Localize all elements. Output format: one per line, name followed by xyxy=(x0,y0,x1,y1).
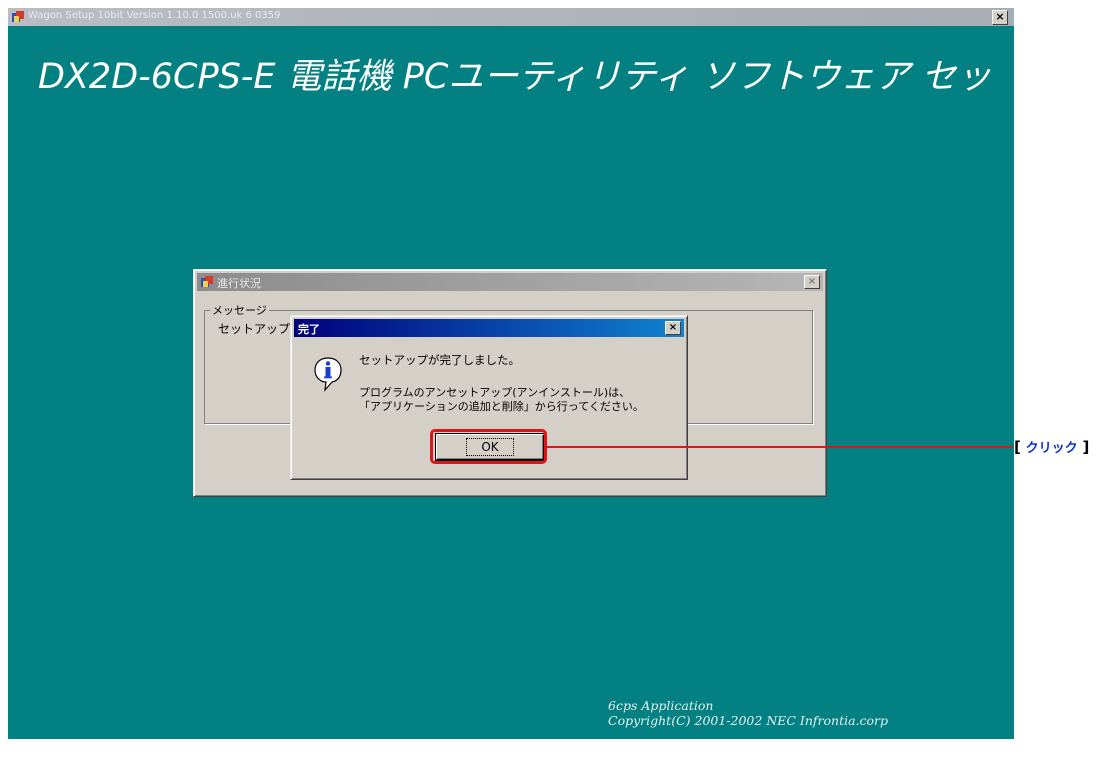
installer-title: Wagon Setup 10bit Version 1.10.0 1500.uk… xyxy=(28,10,281,21)
complete-dialog-close-button[interactable]: × xyxy=(665,321,681,335)
close-icon: × xyxy=(807,276,817,287)
progress-window-close-button[interactable]: × xyxy=(804,275,820,289)
message-group-label: メッセージ xyxy=(210,302,269,318)
close-icon: × xyxy=(668,322,678,333)
complete-dialog-titlebar: 完了 × xyxy=(294,319,684,337)
setup-banner-title: DX2D-6CPS-E 電話機 PCユーティリティ ソフトウェア セッ xyxy=(38,57,992,97)
callout-bracket-close: ] xyxy=(1082,438,1090,456)
copyright-line-2: Copyright(C) 2001-2002 NEC Infrontia.cor… xyxy=(608,713,889,728)
callout-line xyxy=(547,446,1013,448)
complete-message-line1: セットアップが完了しました。 xyxy=(359,353,520,367)
setup-app-icon xyxy=(12,11,24,22)
complete-dialog-title: 完了 xyxy=(298,323,320,336)
close-icon: × xyxy=(995,10,1005,23)
click-callout-label: [ クリック ] xyxy=(1014,437,1089,456)
progress-window-title: 進行状況 xyxy=(217,277,261,290)
progress-message: セットアップ xyxy=(218,322,291,336)
installer-close-button[interactable]: × xyxy=(992,10,1008,25)
callout-bracket-open: [ xyxy=(1014,438,1021,456)
ok-button-highlight xyxy=(430,429,547,464)
callout-text: クリック xyxy=(1025,441,1078,456)
setup-app-icon xyxy=(201,276,213,287)
complete-message-line3: 「アプリケーションの追加と削除」から行ってください。 xyxy=(359,400,644,413)
copyright-text: 6cps Application Copyright(C) 2001-2002 … xyxy=(608,698,888,728)
progress-window-titlebar: 進行状況 × xyxy=(197,273,823,291)
copyright-line-1: 6cps Application xyxy=(608,698,714,713)
installer-titlebar: Wagon Setup 10bit Version 1.10.0 1500.uk… xyxy=(8,8,1014,26)
info-icon xyxy=(314,357,342,392)
